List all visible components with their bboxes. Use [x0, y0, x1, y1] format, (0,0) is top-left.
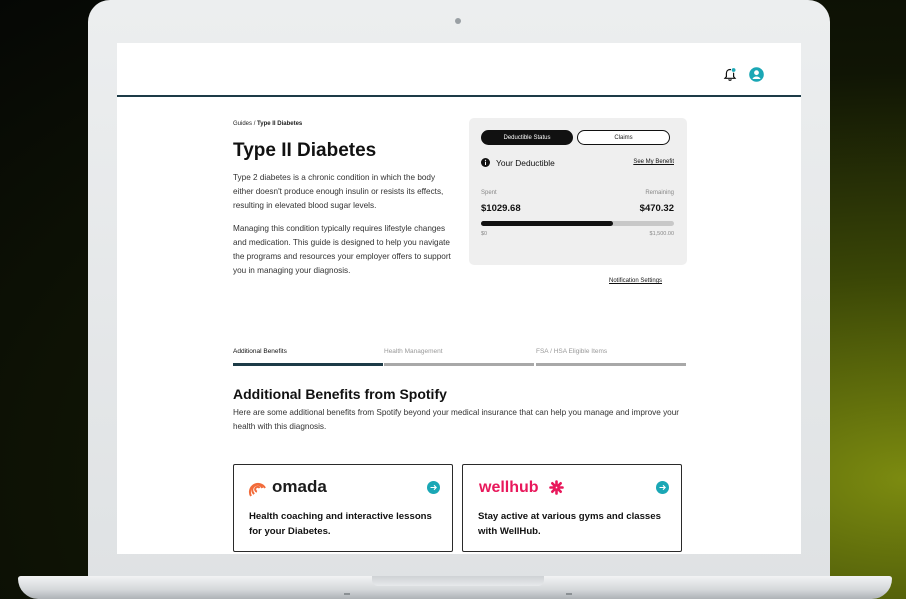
see-my-benefit-link[interactable]: See My Benefit: [633, 159, 674, 165]
arrow-right-icon[interactable]: [427, 481, 440, 494]
breadcrumb-current: Type II Diabetes: [257, 121, 303, 127]
laptop-foot: [566, 593, 572, 595]
spent-label: Spent: [481, 190, 497, 196]
bell-icon[interactable]: [723, 67, 737, 82]
user-icon[interactable]: [749, 67, 764, 82]
remaining-label: Remaining: [645, 190, 674, 196]
deductible-progress-bar: [481, 221, 674, 226]
breadcrumb-separator: /: [253, 121, 256, 127]
info-icon: [481, 158, 490, 167]
wellhub-flower-icon: [549, 480, 564, 495]
progress-min-label: $0: [481, 231, 488, 237]
wellhub-benefit-card[interactable]: wellhub Stay active at various gyms and …: [462, 464, 682, 552]
notification-settings-link[interactable]: Notification Settings: [609, 278, 662, 284]
tab-label: Health Management: [384, 348, 443, 355]
spent-amount: $1029.68: [481, 203, 521, 214]
claims-tab[interactable]: Claims: [577, 130, 670, 145]
top-navigation-bar: [117, 43, 801, 97]
tab-underline: [536, 363, 686, 366]
omada-spiral-icon: [248, 482, 266, 497]
breadcrumb-guides-link[interactable]: Guides: [233, 121, 252, 127]
tab-fsa-hsa-eligible-items[interactable]: FSA / HSA Eligible Items: [536, 348, 686, 366]
benefit-description: Stay active at various gyms and classes …: [478, 511, 661, 537]
laptop-notch: [372, 576, 544, 586]
tab-underline: [384, 363, 534, 366]
deductible-title: Your Deductible: [496, 158, 555, 168]
progress-max-label: $1,500.00: [649, 231, 674, 237]
arrow-right-icon[interactable]: [656, 481, 669, 494]
section-title: Additional Benefits from Spotify: [233, 386, 447, 402]
breadcrumb: Guides / Type II Diabetes: [233, 121, 455, 127]
tab-label: Additional Benefits: [233, 348, 287, 355]
intro-paragraph: Managing this condition typically requir…: [233, 224, 451, 275]
laptop-foot: [344, 593, 350, 595]
page-title: Type II Diabetes: [233, 140, 377, 161]
tab-label: FSA / HSA Eligible Items: [536, 348, 608, 355]
deductible-progress-fill: [481, 221, 614, 226]
section-description: Here are some additional benefits from S…: [233, 408, 680, 431]
omada-wordmark: omada: [272, 477, 327, 496]
deductible-card: Deductible Status Claims Your Deductible…: [469, 118, 687, 265]
deductible-status-tab[interactable]: Deductible Status: [481, 130, 573, 145]
wellhub-wordmark: wellhub: [479, 479, 539, 496]
remaining-amount: $470.32: [639, 203, 674, 214]
tab-additional-benefits[interactable]: Additional Benefits: [233, 348, 383, 366]
benefit-description: Health coaching and interactive lessons …: [249, 511, 432, 537]
guide-intro: Guides / Type II Diabetes Type II Diabet…: [233, 121, 455, 278]
tab-underline: [233, 363, 383, 366]
deductible-header: Your Deductible See My Benefit: [481, 157, 674, 169]
webcam: [455, 18, 461, 24]
app-screen: Guides / Type II Diabetes Type II Diabet…: [117, 43, 801, 554]
tab-health-management[interactable]: Health Management: [384, 348, 534, 366]
omada-benefit-card[interactable]: omada Health coaching and interactive le…: [233, 464, 453, 552]
intro-paragraph: Type 2 diabetes is a chronic condition i…: [233, 173, 444, 210]
